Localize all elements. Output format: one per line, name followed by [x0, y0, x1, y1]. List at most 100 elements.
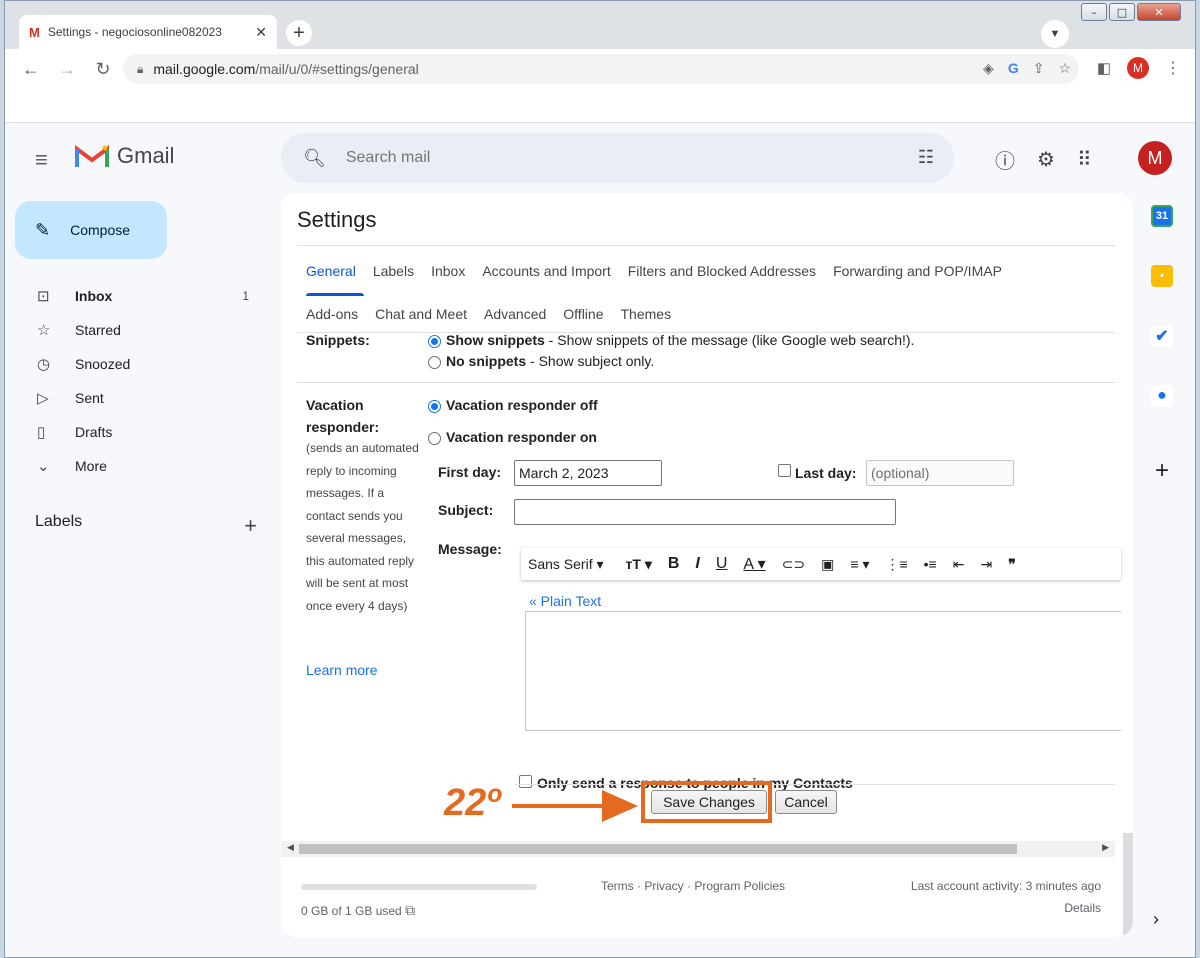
contacts-only-checkbox[interactable]	[519, 775, 532, 788]
settings-tabs-row1: General Labels Inbox Accounts and Import…	[297, 245, 1115, 295]
compose-button[interactable]: ✎ Compose	[15, 201, 167, 259]
tab-title: Settings - negociosonline082023	[47, 25, 222, 39]
sidebar-nav: ⊡ Inbox 1 ☆ Starred ◷ Snoozed ▷ Sent ▯ D…	[5, 279, 275, 483]
tab-forwarding[interactable]: Forwarding and POP/IMAP	[833, 263, 1002, 279]
first-day-field[interactable]: March 2, 2023	[514, 460, 662, 486]
subject-field[interactable]	[514, 499, 896, 525]
indent-more-icon[interactable]: ⇥	[980, 556, 992, 573]
tab-close-icon[interactable]: ✕	[255, 24, 267, 41]
sidebar-item-sent[interactable]: ▷ Sent	[5, 381, 275, 415]
quote-icon[interactable]: ❞	[1008, 556, 1016, 573]
send-icon: ▷	[37, 390, 49, 407]
search-icon[interactable]: 🔍︎	[303, 148, 326, 169]
sidebar-item-snoozed[interactable]: ◷ Snoozed	[5, 347, 275, 381]
scroll-right-icon[interactable]: ▶	[1102, 842, 1109, 853]
divider	[515, 784, 1115, 785]
external-link-icon[interactable]: ⧉	[405, 902, 415, 918]
numbered-list-icon[interactable]: ⋮≡	[885, 556, 907, 573]
compose-label: Compose	[70, 222, 131, 238]
footer-links[interactable]: Terms · Privacy · Program Policies	[601, 879, 785, 893]
annotation-step-label: 22º	[444, 782, 501, 824]
sidebar-item-label: Snoozed	[75, 356, 131, 372]
inbox-icon: ⊡	[37, 288, 50, 305]
vertical-scrollbar[interactable]	[1123, 833, 1133, 937]
hamburger-menu-icon[interactable]: ≡	[35, 147, 48, 173]
scrollbar-thumb[interactable]	[299, 844, 1017, 854]
tab-filters[interactable]: Filters and Blocked Addresses	[628, 263, 816, 279]
align-icon[interactable]: ≡ ▾	[850, 556, 869, 573]
text-color-icon[interactable]: A ▾	[743, 554, 765, 574]
no-snippets-radio[interactable]	[428, 356, 441, 369]
new-tab-button[interactable]: +	[286, 20, 312, 46]
help-icon[interactable]: ⓘ	[995, 145, 1015, 174]
tab-themes[interactable]: Themes	[621, 306, 672, 322]
side-panel-icon[interactable]: ◧	[1097, 59, 1111, 77]
calendar-icon[interactable]: 31	[1151, 205, 1173, 227]
sidebar-item-more[interactable]: ⌄ More	[5, 449, 275, 483]
add-addon-icon[interactable]: +	[1155, 457, 1169, 485]
profile-avatar[interactable]: M	[1127, 57, 1149, 79]
tab-search-chevron-icon[interactable]: ▼	[1041, 20, 1069, 48]
bold-icon[interactable]: B	[668, 555, 680, 573]
last-day-checkbox[interactable]	[778, 464, 791, 477]
details-link[interactable]: Details	[1064, 901, 1101, 915]
image-icon[interactable]: ▣	[821, 556, 834, 573]
sidebar-item-label: Drafts	[75, 424, 113, 440]
gear-icon[interactable]: ⚙	[1037, 147, 1055, 172]
vacation-description: (sends an automated reply to incoming me…	[306, 441, 419, 613]
tab-offline[interactable]: Offline	[563, 306, 603, 322]
gmail-logo[interactable]: Gmail	[75, 143, 174, 169]
account-avatar[interactable]: M	[1138, 141, 1172, 175]
tab-add-ons[interactable]: Add-ons	[306, 306, 358, 322]
contacts-icon[interactable]: ●	[1151, 385, 1173, 407]
message-editor[interactable]	[525, 611, 1121, 731]
italic-icon[interactable]: I	[695, 555, 699, 573]
cancel-button[interactable]: Cancel	[775, 790, 837, 814]
close-window-button[interactable]: ✕	[1137, 3, 1181, 21]
tab-general[interactable]: General	[306, 263, 356, 279]
font-family-select[interactable]: Sans Serif ▾	[528, 556, 604, 573]
browser-tab[interactable]: M Settings - negociosonline082023 ✕	[19, 15, 277, 49]
add-label-icon[interactable]: +	[244, 513, 257, 539]
tab-accounts-and-import[interactable]: Accounts and Import	[482, 263, 610, 279]
vacation-on-radio[interactable]	[428, 432, 441, 445]
tab-advanced[interactable]: Advanced	[484, 306, 546, 322]
tab-labels[interactable]: Labels	[373, 263, 414, 279]
tab-chat-and-meet[interactable]: Chat and Meet	[375, 306, 467, 322]
link-icon[interactable]: ⊂⊃	[782, 556, 805, 573]
tasks-icon[interactable]: ✔	[1151, 325, 1173, 347]
reload-icon[interactable]: ↻	[85, 59, 121, 80]
show-snippets-radio[interactable]	[428, 335, 441, 348]
bookmark-star-icon[interactable]: ☆	[1058, 60, 1071, 77]
bulleted-list-icon[interactable]: •≡	[924, 556, 937, 572]
apps-grid-icon[interactable]: ⠿	[1077, 147, 1092, 172]
learn-more-link[interactable]: Learn more	[306, 662, 378, 678]
sidebar-item-starred[interactable]: ☆ Starred	[5, 313, 275, 347]
maximize-button[interactable]: □	[1109, 3, 1135, 21]
search-options-icon[interactable]: ☷	[918, 147, 934, 168]
address-bar[interactable]: 🔒︎ mail.google.com/mail/u/0/#settings/ge…	[123, 54, 1079, 84]
vacation-off-radio[interactable]	[428, 400, 441, 413]
underline-icon[interactable]: U	[716, 555, 728, 573]
keep-icon[interactable]: •	[1151, 265, 1173, 287]
last-day-field[interactable]: (optional)	[866, 460, 1014, 486]
indent-less-icon[interactable]: ⇤	[953, 556, 965, 573]
back-arrow-icon[interactable]: ←	[13, 59, 49, 80]
tab-inbox[interactable]: Inbox	[431, 263, 465, 279]
sidebar-item-inbox[interactable]: ⊡ Inbox 1	[5, 279, 275, 313]
share-icon[interactable]: ⇪	[1033, 60, 1045, 77]
chevron-right-icon[interactable]: ›	[1153, 909, 1159, 930]
eye-icon[interactable]: ◈	[983, 60, 994, 77]
sidebar-item-drafts[interactable]: ▯ Drafts	[5, 415, 275, 449]
plain-text-link[interactable]: « Plain Text	[529, 593, 601, 609]
search-input[interactable]	[345, 149, 866, 167]
google-translate-icon[interactable]: G	[1008, 60, 1019, 77]
forward-arrow-icon[interactable]: →	[49, 59, 85, 80]
horizontal-scrollbar[interactable]: ◀ ▶	[281, 841, 1115, 857]
storage-used: 0 GB of 1 GB used ⧉	[301, 902, 415, 919]
pencil-icon: ✎	[35, 219, 51, 240]
font-size-icon[interactable]: ᴛT ▾	[626, 556, 652, 573]
kebab-menu-icon[interactable]: ⋮	[1165, 58, 1181, 78]
scroll-left-icon[interactable]: ◀	[287, 842, 294, 853]
minimize-button[interactable]: –	[1081, 3, 1107, 21]
